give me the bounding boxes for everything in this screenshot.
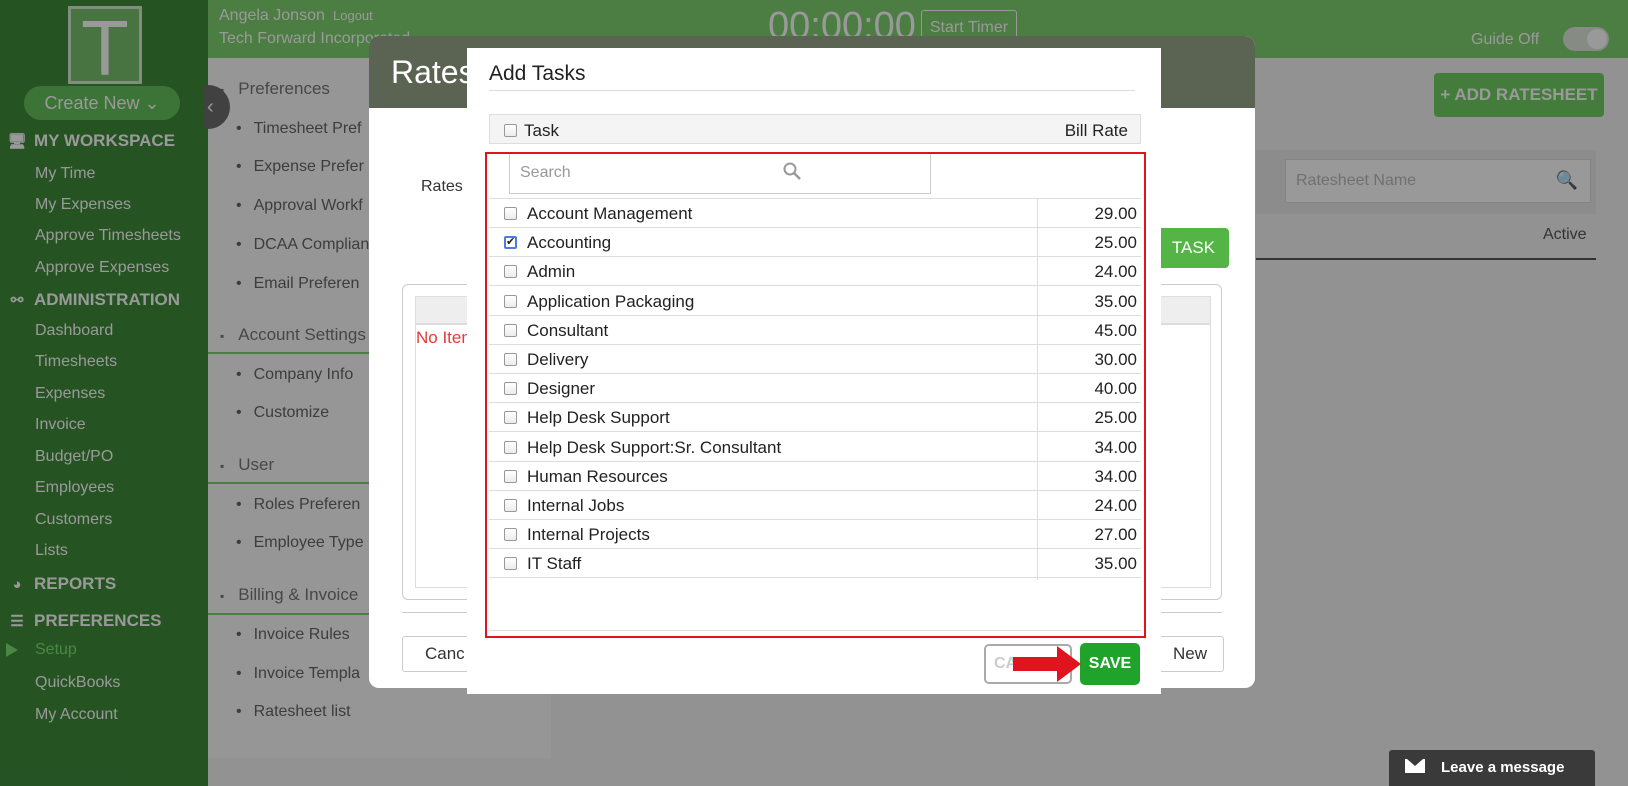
leave-message-button[interactable]: Leave a message (1389, 750, 1595, 786)
highlight-box (485, 152, 1146, 638)
red-arrow-icon (1013, 646, 1081, 682)
title-divider (489, 90, 1135, 91)
envelope-icon (1405, 759, 1425, 773)
bill-rate-column-header: Bill Rate (1064, 121, 1128, 140)
task-column-header: Task (524, 121, 559, 140)
save-button[interactable]: SAVE (1080, 643, 1140, 685)
task-table-header: Task Bill Rate (489, 114, 1141, 144)
add-tasks-title: Add Tasks (489, 62, 586, 85)
leave-message-label: Leave a message (1441, 759, 1565, 776)
add-tasks-modal: Add Tasks Task Bill Rate Account Managem… (467, 48, 1161, 694)
select-all-checkbox[interactable] (504, 124, 517, 137)
